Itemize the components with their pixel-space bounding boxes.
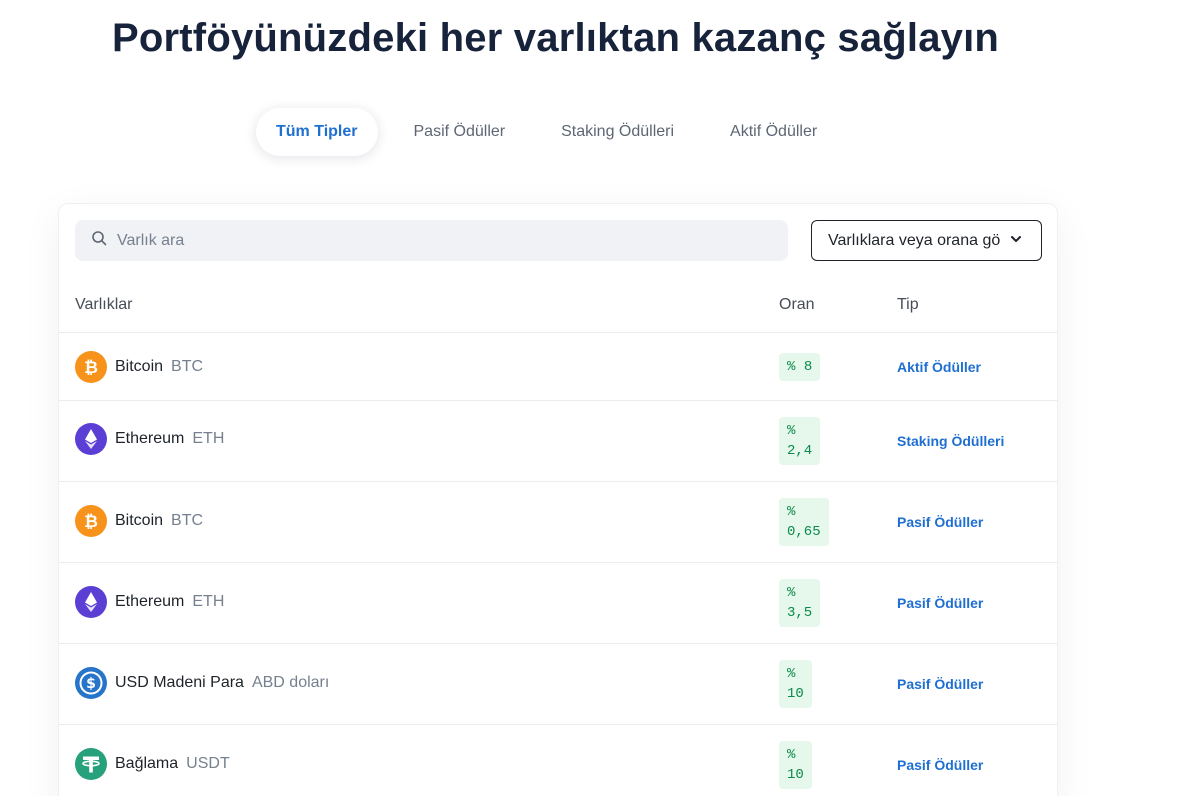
asset-symbol: ETH <box>192 593 225 610</box>
rate-percent-sign: % <box>787 747 796 763</box>
sort-dropdown-label: Varlıklara veya orana gö <box>828 231 1001 249</box>
rate-percent-sign: % <box>787 359 796 375</box>
rate-value: 10 <box>787 686 804 702</box>
asset-cell: ₿ Bitcoin BTC <box>75 351 203 383</box>
rate-badge: % 2,4 <box>779 417 821 465</box>
reward-type-link[interactable]: Pasif Ödüller <box>897 514 983 530</box>
rate-percent-sign: % <box>787 666 796 682</box>
svg-text:₿: ₿ <box>84 358 98 378</box>
assets-card: Varlıklara veya orana gö Varlıklar Oran … <box>58 203 1058 796</box>
table-header: Varlıklar Oran Tip <box>59 286 1057 333</box>
reward-type-tabs: Tüm Tipler Pasif Ödüller Staking Ödüller… <box>256 108 837 156</box>
rate-value: 3,5 <box>787 605 813 621</box>
rate-badge: % 10 <box>779 741 812 789</box>
asset-name: Ethereum <box>115 430 185 447</box>
rate-percent-sign: % <box>787 585 796 601</box>
search-box[interactable] <box>75 220 788 261</box>
asset-name: Bitcoin <box>115 512 164 529</box>
tab-staking-rewards[interactable]: Staking Ödülleri <box>541 108 694 156</box>
rate-value: 10 <box>787 767 804 783</box>
rate-value: 0,65 <box>787 524 821 540</box>
search-icon <box>91 230 107 251</box>
svg-text:$: $ <box>86 676 96 692</box>
asset-symbol: BTC <box>171 512 204 529</box>
reward-type-link[interactable]: Aktif Ödüller <box>897 359 981 375</box>
tab-active-rewards[interactable]: Aktif Ödüller <box>710 108 837 156</box>
reward-type-link[interactable]: Pasif Ödüller <box>897 757 983 773</box>
column-header-type: Tip <box>897 296 919 313</box>
rate-value: 2,4 <box>787 443 813 459</box>
asset-cell: Bağlama USDT <box>75 748 230 780</box>
table-row[interactable]: ₿ Bitcoin BTC % 0,65 Pasif Ödüller <box>59 482 1057 563</box>
asset-name: Ethereum <box>115 593 185 610</box>
asset-symbol: ETH <box>192 430 225 447</box>
page-title: Portföyünüzdeki her varlıktan kazanç sağ… <box>112 16 1000 60</box>
asset-cell: ₿ Bitcoin BTC <box>75 505 203 537</box>
rate-badge: % 0,65 <box>779 498 829 546</box>
reward-type-link[interactable]: Staking Ödülleri <box>897 433 1004 449</box>
reward-type-link[interactable]: Pasif Ödüller <box>897 595 983 611</box>
asset-name: USD Madeni Para <box>115 674 244 691</box>
table-row[interactable]: ₿ Bitcoin BTC % 8 Aktif Ödüller <box>59 333 1057 401</box>
svg-text:₿: ₿ <box>84 512 98 532</box>
asset-name: Bitcoin <box>115 358 164 375</box>
asset-symbol: BTC <box>171 358 204 375</box>
rate-value: 8 <box>803 359 813 375</box>
search-input[interactable] <box>117 231 717 250</box>
asset-name: Bağlama <box>115 755 179 772</box>
sort-dropdown[interactable]: Varlıklara veya orana gö <box>811 220 1042 261</box>
table-row[interactable]: Bağlama USDT % 10 Pasif Ödüller <box>59 725 1057 796</box>
rate-badge: % 8 <box>779 353 821 381</box>
rate-percent-sign: % <box>787 504 796 520</box>
rate-badge: % 10 <box>779 660 812 708</box>
usdc-icon: $ <box>75 667 107 699</box>
rate-percent-sign: % <box>787 423 796 439</box>
tether-icon <box>75 748 107 780</box>
asset-cell: Ethereum ETH <box>75 586 224 618</box>
bitcoin-icon: ₿ <box>75 351 107 383</box>
table-row[interactable]: Ethereum ETH % 3,5 Pasif Ödüller <box>59 563 1057 644</box>
table-row[interactable]: Ethereum ETH % 2,4 Staking Ödülleri <box>59 401 1057 482</box>
chevron-down-icon <box>1008 232 1022 250</box>
asset-cell: Ethereum ETH <box>75 423 224 455</box>
ethereum-icon <box>75 423 107 455</box>
asset-cell: $ USD Madeni Para ABD doları <box>75 667 329 699</box>
tab-passive-rewards[interactable]: Pasif Ödüller <box>394 108 526 156</box>
table-row[interactable]: $ USD Madeni Para ABD doları % 10 Pasif Ö… <box>59 644 1057 725</box>
rate-badge: % 3,5 <box>779 579 821 627</box>
column-header-assets: Varlıklar <box>75 296 133 313</box>
asset-symbol: ABD doları <box>251 674 330 691</box>
assets-table-body: ₿ Bitcoin BTC % 8 Aktif Ödüller Ethereum… <box>59 333 1057 796</box>
reward-type-link[interactable]: Pasif Ödüller <box>897 676 983 692</box>
bitcoin-icon: ₿ <box>75 505 107 537</box>
asset-symbol: USDT <box>186 755 230 772</box>
ethereum-icon <box>75 586 107 618</box>
tab-all-types[interactable]: Tüm Tipler <box>256 108 378 156</box>
column-header-rate: Oran <box>779 296 815 313</box>
